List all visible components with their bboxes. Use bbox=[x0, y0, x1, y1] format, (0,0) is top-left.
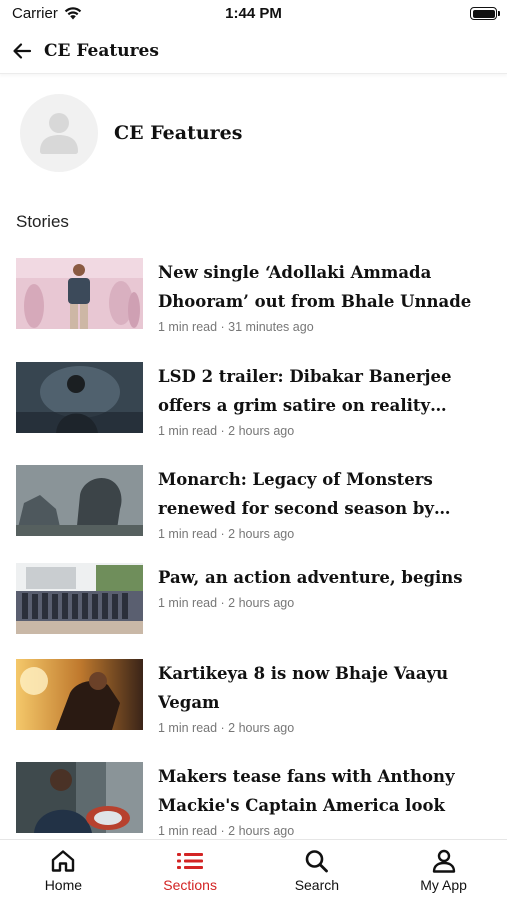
avatar bbox=[20, 94, 98, 172]
story-meta: 1 min read · 2 hours ago bbox=[158, 424, 295, 438]
story-meta: 1 min read · 2 hours ago bbox=[158, 527, 295, 541]
story-meta: 1 min read · 2 hours ago bbox=[158, 721, 295, 735]
story-text: Makers tease fans with Anthony Mackie's … bbox=[158, 762, 492, 838]
story-title[interactable]: Monarch: Legacy of Monsters renewed for … bbox=[158, 465, 492, 523]
story-item[interactable]: Kartikeya 8 is now Bhaje Vaayu Vegam 1 m… bbox=[16, 659, 492, 735]
navigation-bar: CE Features bbox=[0, 28, 507, 74]
story-thumbnail bbox=[16, 762, 143, 833]
tab-label: Sections bbox=[163, 877, 217, 893]
home-icon bbox=[52, 850, 75, 872]
back-button[interactable] bbox=[0, 29, 44, 73]
story-title[interactable]: Paw, an action adventure, begins bbox=[158, 563, 492, 592]
story-meta: 1 min read · 2 hours ago bbox=[158, 824, 295, 838]
story-text: Kartikeya 8 is now Bhaje Vaayu Vegam 1 m… bbox=[158, 659, 492, 735]
story-item[interactable]: Monarch: Legacy of Monsters renewed for … bbox=[16, 465, 492, 541]
list-icon bbox=[177, 853, 204, 869]
story-item[interactable]: Makers tease fans with Anthony Mackie's … bbox=[16, 762, 492, 838]
story-thumbnail bbox=[16, 362, 143, 433]
author-name: CE Features bbox=[114, 122, 243, 144]
story-text: Paw, an action adventure, begins 1 min r… bbox=[158, 563, 492, 634]
story-thumbnail bbox=[16, 465, 143, 536]
story-thumbnail bbox=[16, 258, 143, 329]
story-text: New single ‘Adollaki Ammada Dhooram’ out… bbox=[158, 258, 492, 334]
story-title[interactable]: New single ‘Adollaki Ammada Dhooram’ out… bbox=[158, 258, 492, 316]
story-thumbnail bbox=[16, 659, 143, 730]
story-text: LSD 2 trailer: Dibakar Banerjee offers a… bbox=[158, 362, 492, 438]
battery-icon bbox=[470, 7, 500, 20]
story-thumbnail bbox=[16, 563, 143, 634]
tab-home[interactable]: Home bbox=[0, 840, 127, 900]
tab-sections[interactable]: Sections bbox=[127, 840, 254, 900]
page-title: CE Features bbox=[44, 40, 159, 61]
story-item[interactable]: LSD 2 trailer: Dibakar Banerjee offers a… bbox=[16, 362, 492, 438]
tab-label: My App bbox=[420, 877, 467, 893]
user-icon bbox=[432, 849, 455, 873]
author-header: CE Features bbox=[20, 94, 242, 172]
status-bar: Carrier 1:44 PM bbox=[0, 0, 507, 28]
story-text: Monarch: Legacy of Monsters renewed for … bbox=[158, 465, 492, 541]
story-title[interactable]: LSD 2 trailer: Dibakar Banerjee offers a… bbox=[158, 362, 492, 420]
tab-my-app[interactable]: My App bbox=[380, 840, 507, 900]
story-title[interactable]: Makers tease fans with Anthony Mackie's … bbox=[158, 762, 492, 820]
story-item[interactable]: Paw, an action adventure, begins 1 min r… bbox=[16, 563, 492, 634]
arrow-left-icon bbox=[13, 42, 32, 59]
search-icon bbox=[305, 850, 328, 873]
story-item[interactable]: New single ‘Adollaki Ammada Dhooram’ out… bbox=[16, 258, 492, 334]
tab-label: Search bbox=[294, 877, 340, 893]
tab-bar: Home Sections Search My App bbox=[0, 839, 507, 900]
section-heading: Stories bbox=[16, 212, 69, 231]
tab-search[interactable]: Search bbox=[254, 840, 381, 900]
clock: 1:44 PM bbox=[225, 5, 282, 22]
story-meta: 1 min read · 2 hours ago bbox=[158, 596, 295, 610]
tab-label: Home bbox=[44, 877, 83, 893]
story-title[interactable]: Kartikeya 8 is now Bhaje Vaayu Vegam bbox=[158, 659, 492, 717]
user-placeholder-icon bbox=[40, 113, 78, 154]
story-meta: 1 min read · 31 minutes ago bbox=[158, 320, 314, 334]
